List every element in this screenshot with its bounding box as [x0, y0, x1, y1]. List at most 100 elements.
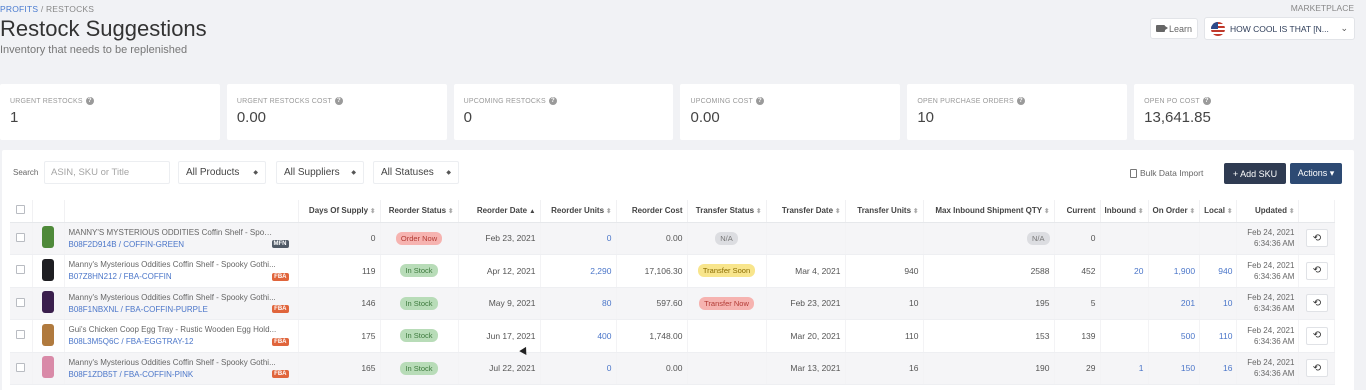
sort-arrows-icon: ◆ — [351, 170, 356, 176]
breadcrumb-current: RESTOCKS — [45, 4, 95, 14]
col-local[interactable]: Local ⬍ — [1199, 200, 1238, 223]
transfer-date: Mar 20, 2021 — [766, 319, 846, 353]
local-link[interactable]: 940 — [1218, 266, 1232, 276]
product-sku-link[interactable]: B08F2D914B / COFFIN-GREEN — [69, 240, 185, 249]
reorder-units-link[interactable]: 80 — [602, 298, 611, 308]
statuses-filter[interactable]: All Statuses ◆ — [373, 161, 459, 184]
stat-value: 0.00 — [690, 109, 720, 126]
stat-value: 0.00 — [236, 109, 267, 126]
refresh-icon[interactable]: ⟲ — [1305, 229, 1328, 248]
col-transfer-status[interactable]: Transfer Status ⬍ — [687, 200, 767, 223]
inbound-link[interactable]: 1 — [1139, 363, 1144, 373]
days-of-supply: 0 — [298, 222, 381, 255]
product-title: Manny's Mysterious Oddities Coffin Shelf… — [68, 260, 276, 270]
table-row[interactable]: Manny's Mysterious Oddities Coffin Shelf… — [10, 254, 1336, 288]
add-sku-button[interactable]: + Add SKU — [1224, 163, 1286, 184]
channel-badge: FBA — [272, 305, 289, 314]
col-transfer-units[interactable]: Transfer Units ⬍ — [845, 200, 924, 223]
transfer-status-badge: Transfer Now — [699, 296, 754, 310]
marketplace-select[interactable]: HOW COOL IS THAT [N... ⌄ — [1204, 17, 1355, 40]
col-on-order[interactable]: On Order ⬍ — [1148, 200, 1201, 223]
reorder-units-link[interactable]: 0 — [607, 363, 612, 373]
product-title: MANNY'S MYSTERIOUS ODDITIES Coffin Shelf… — [68, 227, 277, 237]
local-link[interactable]: 16 — [1223, 363, 1232, 373]
transfer-date: Mar 13, 2021 — [766, 352, 846, 385]
help-icon[interactable]: ? — [548, 97, 557, 105]
help-icon[interactable]: ? — [1202, 97, 1211, 105]
col-reorder-date[interactable]: Reorder Date ▲ — [458, 200, 541, 223]
sort-arrows-icon: ◆ — [253, 170, 258, 176]
reorder-status-badge: In Stock — [400, 329, 438, 343]
row-checkbox[interactable] — [16, 362, 26, 372]
search-input[interactable] — [44, 161, 170, 184]
product-sku-link[interactable]: B08F1ZDB5T / FBA-COFFIN-PINK — [69, 370, 194, 379]
product-sku-link[interactable]: B08L3M5Q6C / FBA-EGGTRAY-12 — [69, 337, 194, 346]
reorder-units-link[interactable]: 0 — [607, 233, 612, 243]
help-icon[interactable]: ? — [85, 97, 94, 105]
stat-label: OPEN PO COST — [1144, 97, 1200, 105]
video-camera-icon — [1155, 25, 1168, 32]
product-sku-link[interactable]: B07Z8HN212 / FBA-COFFIN — [69, 272, 172, 281]
reorder-units-link[interactable]: 2,290 — [590, 266, 611, 276]
table-row[interactable]: Manny's Mysterious Oddities Coffin Shelf… — [10, 352, 1336, 385]
stat-urgent-restocks: URGENT RESTOCKS? 1 — [0, 84, 220, 140]
transfer-date: Feb 23, 2021 — [766, 287, 846, 320]
help-icon[interactable]: ? — [1016, 97, 1025, 105]
reorder-status-badge: Order Now — [395, 231, 443, 245]
actions-button[interactable]: Actions ▾ — [1290, 163, 1342, 184]
breadcrumb-profits-link[interactable]: PROFITS — [0, 4, 38, 14]
learn-button[interactable]: Learn — [1150, 18, 1198, 39]
stat-label: OPEN PURCHASE ORDERS — [917, 97, 1014, 105]
col-reorder-status[interactable]: Reorder Status ⬍ — [380, 200, 459, 223]
row-checkbox[interactable] — [16, 265, 26, 275]
refresh-icon[interactable]: ⟲ — [1305, 359, 1328, 378]
on-order-link[interactable]: 201 — [1181, 298, 1195, 308]
stat-value: 13,641.85 — [1144, 109, 1211, 126]
suppliers-filter[interactable]: All Suppliers ◆ — [276, 161, 364, 184]
document-icon — [1130, 168, 1137, 178]
select-all-checkbox[interactable] — [16, 205, 26, 215]
row-checkbox[interactable] — [16, 297, 26, 307]
inbound-link[interactable]: 20 — [1134, 266, 1143, 276]
on-order-link[interactable]: 1,900 — [1174, 266, 1195, 276]
stat-label: UPCOMING COST — [690, 97, 753, 105]
refresh-icon[interactable]: ⟲ — [1305, 294, 1328, 313]
local-link[interactable]: 10 — [1223, 298, 1232, 308]
table-row[interactable]: Manny's Mysterious Oddities Coffin Shelf… — [10, 287, 1336, 320]
on-order-link[interactable]: 150 — [1181, 363, 1195, 373]
col-inbound[interactable]: Inbound ⬍ — [1100, 200, 1149, 223]
col-updated[interactable]: Updated ⬍ — [1236, 200, 1300, 223]
row-checkbox[interactable] — [16, 330, 26, 340]
refresh-icon[interactable]: ⟲ — [1305, 261, 1328, 280]
products-filter[interactable]: All Products ◆ — [178, 161, 266, 184]
on-order-link[interactable]: 500 — [1181, 331, 1195, 341]
max-inbound: 195 — [1035, 298, 1050, 309]
help-icon[interactable]: ? — [755, 97, 764, 105]
table-row[interactable]: MANNY'S MYSTERIOUS ODDITIES Coffin Shelf… — [10, 222, 1336, 255]
updated-timestamp: Feb 24, 2021 6:34:36 AM — [1247, 293, 1295, 314]
refresh-icon[interactable]: ⟲ — [1305, 326, 1328, 345]
suppliers-filter-value: All Suppliers — [284, 167, 340, 178]
reorder-units-link[interactable]: 400 — [597, 331, 611, 341]
help-icon[interactable]: ? — [334, 97, 343, 105]
learn-label: Learn — [1168, 23, 1193, 34]
product-sku-link[interactable]: B08F1NBXNL / FBA-COFFIN-PURPLE — [69, 305, 208, 314]
col-reorder-units[interactable]: Reorder Units ⬍ — [540, 200, 617, 223]
product-thumbnail — [42, 291, 54, 314]
col-max-inbound[interactable]: Max Inbound Shipment QTY ⬍ — [923, 200, 1055, 223]
reorder-date: Jun 17, 2021 — [458, 319, 541, 353]
stat-label: URGENT RESTOCKS COST — [236, 97, 332, 105]
current-qty: 0 — [1054, 222, 1101, 255]
col-reorder-cost: Reorder Cost — [616, 200, 688, 223]
reorder-cost: 17,106.30 — [616, 254, 688, 288]
bulk-import-button[interactable]: Bulk Data Import — [1130, 163, 1203, 183]
local-link[interactable]: 110 — [1219, 331, 1233, 341]
col-transfer-date[interactable]: Transfer Date ⬍ — [766, 200, 846, 223]
table-row[interactable]: Gui's Chicken Coop Egg Tray - Rustic Woo… — [10, 319, 1336, 353]
row-checkbox[interactable] — [16, 232, 26, 242]
product-thumbnail — [42, 323, 54, 346]
reorder-cost: 0.00 — [616, 352, 688, 385]
us-flag-icon — [1211, 21, 1225, 36]
col-days-of-supply[interactable]: Days Of Supply ⬍ — [298, 200, 381, 223]
days-of-supply: 146 — [298, 287, 381, 320]
